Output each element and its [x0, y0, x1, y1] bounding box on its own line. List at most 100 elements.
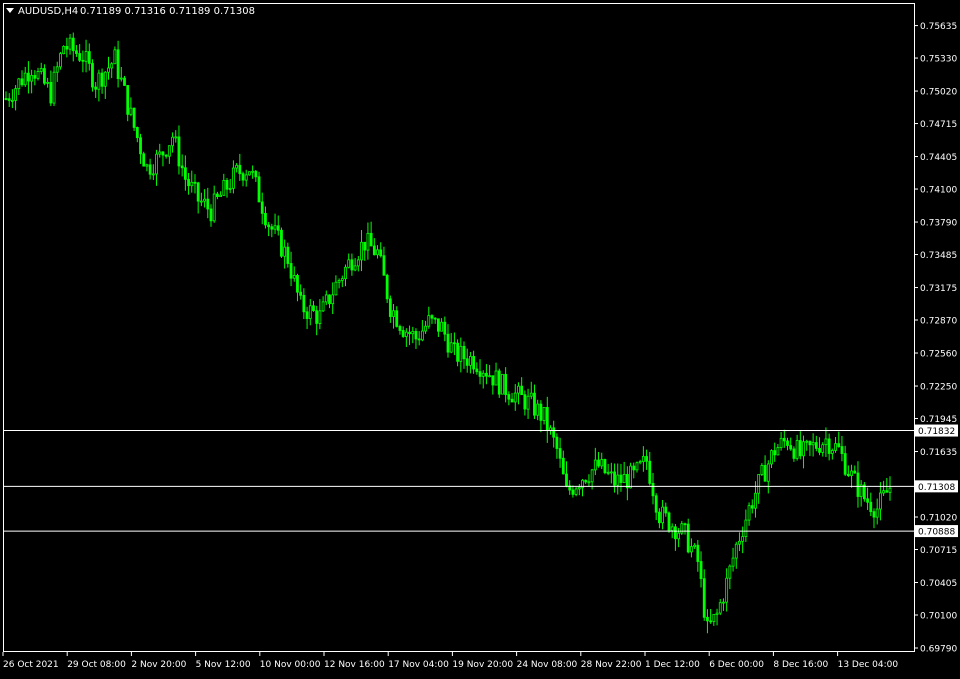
candle-body	[549, 427, 552, 431]
candle-body	[808, 440, 812, 446]
candle-body	[59, 53, 62, 68]
candle-body	[379, 249, 383, 257]
candle-body	[228, 187, 232, 190]
chart-window[interactable]: 0.71832 0.71308 0.70888 0.75635 0.75330 0.75…	[0, 0, 960, 675]
candle-body	[424, 325, 427, 332]
candle-body	[232, 167, 235, 189]
candle-body	[750, 505, 754, 509]
candle-body	[39, 68, 43, 72]
candle-body	[616, 474, 620, 486]
candle-body	[789, 445, 793, 450]
candle-body	[408, 331, 411, 335]
candle-body	[821, 444, 825, 453]
candle-body	[683, 523, 687, 526]
level-price-label: 0.71308	[918, 483, 955, 493]
candle-body	[427, 315, 431, 327]
candle-body	[513, 392, 517, 403]
candle-body	[36, 71, 40, 79]
candle-body	[520, 385, 524, 396]
x-tick-label: 17 Nov 04:00	[388, 660, 449, 670]
x-tick-label: 5 Nov 12:00	[196, 660, 251, 670]
candle-body	[744, 519, 748, 537]
candle-body	[763, 465, 767, 482]
y-tick-label: 0.73790	[920, 219, 957, 229]
y-tick-label: 0.75330	[920, 55, 957, 65]
candle-body	[315, 310, 319, 324]
candle-body	[574, 488, 578, 495]
candle-body	[289, 263, 293, 279]
candle-body	[757, 474, 761, 494]
candle-body	[453, 342, 456, 345]
candle-body	[248, 171, 251, 176]
y-tick-label: 0.70715	[920, 546, 957, 556]
candle-body	[100, 72, 104, 87]
candles-layer	[4, 32, 892, 634]
candle-body	[878, 492, 882, 510]
candle-body	[661, 506, 664, 524]
candle-body	[494, 370, 498, 386]
candle-body	[795, 440, 799, 459]
candle-body	[542, 407, 546, 421]
candle-body	[27, 72, 30, 82]
candle-body	[619, 474, 623, 483]
horizontal-levels-layer: 0.71832 0.71308 0.70888	[4, 424, 958, 538]
candle-body	[613, 471, 616, 486]
candle-body	[235, 164, 239, 169]
candle-body	[606, 471, 610, 474]
candle-body	[206, 198, 210, 210]
x-tick-label: 26 Oct 2021	[3, 660, 59, 670]
candle-body	[523, 394, 527, 410]
candle-body	[625, 473, 629, 489]
candle-body	[862, 484, 866, 500]
candle-body	[734, 543, 738, 559]
candle-body	[491, 375, 495, 386]
x-tick-label: 8 Dec 16:00	[773, 660, 828, 670]
candle-body	[78, 53, 82, 61]
candle-body	[507, 394, 511, 400]
candle-body	[14, 88, 18, 101]
candle-body	[353, 265, 357, 271]
level-price-label: 0.71832	[918, 427, 955, 437]
candle-body	[446, 333, 450, 353]
candle-body	[344, 266, 347, 280]
price-chart[interactable]: 0.718320.713080.70888 0.756350.753300.75…	[0, 0, 960, 675]
dropdown-triangle-icon[interactable]	[6, 8, 14, 13]
time-axis: 26 Oct 2021 29 Oct 08:00 2 Nov 20:00 5 Nov …	[2, 652, 898, 670]
candle-body	[853, 470, 857, 474]
candle-body	[798, 440, 802, 457]
y-tick-label: 0.74405	[920, 153, 957, 163]
candle-body	[158, 151, 162, 155]
candle-body	[465, 358, 469, 366]
candle-body	[183, 167, 187, 180]
candle-body	[738, 540, 741, 545]
candle-body	[328, 294, 331, 305]
candle-body	[802, 441, 805, 457]
candle-body	[276, 225, 280, 231]
candle-body	[561, 457, 565, 475]
candle-body	[84, 51, 88, 62]
candle-body	[52, 71, 56, 104]
candle-body	[875, 508, 879, 518]
candle-body	[866, 498, 869, 503]
candle-body	[331, 294, 335, 305]
candle-body	[725, 577, 729, 603]
candle-body	[430, 315, 434, 319]
candle-body	[648, 460, 652, 484]
candle-body	[718, 602, 722, 614]
candle-body	[113, 49, 117, 65]
y-tick-label: 0.72560	[920, 350, 957, 360]
candle-body	[674, 526, 677, 540]
candle-body	[485, 372, 488, 377]
candle-body	[712, 613, 716, 622]
candle-body	[356, 259, 360, 267]
candle-body	[171, 136, 174, 147]
candle-body	[478, 371, 482, 377]
candle-body	[20, 78, 24, 86]
candle-body	[17, 78, 21, 90]
candle-body	[526, 395, 530, 410]
candle-body	[501, 373, 504, 395]
candle-body	[754, 492, 757, 509]
candle-body	[475, 368, 479, 373]
candle-body	[308, 305, 312, 319]
candle-body	[584, 479, 588, 483]
